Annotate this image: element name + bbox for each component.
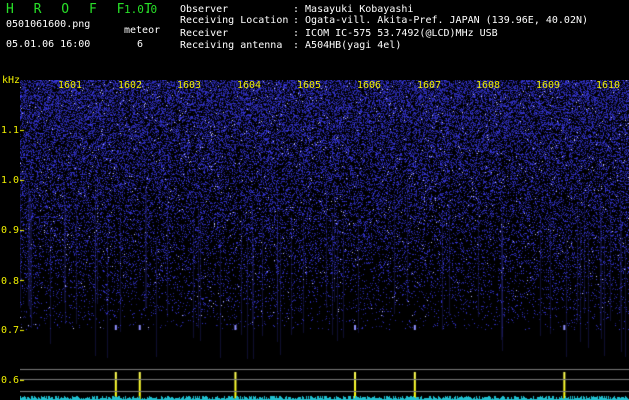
spectrogram-canvas: [20, 80, 629, 400]
info-observer-value: : Masayuki Kobayashi: [293, 4, 414, 15]
info-receiver-value: : ICOM IC-575 53.7492(@LCD)MHz USB: [293, 28, 498, 39]
info-location-value: : Ogata-vill. Akita-Pref. JAPAN (139.96E…: [293, 15, 589, 26]
y-tick-label: 0.6: [1, 375, 20, 386]
y-tick-label: 1.1: [1, 125, 20, 136]
x-tick-label: 1609: [536, 80, 561, 91]
x-tick-label: 1604: [237, 80, 262, 91]
x-tick-label: 1607: [417, 80, 442, 91]
x-tick-label: 1610: [596, 80, 621, 91]
y-axis-unit: kHz: [2, 75, 21, 86]
info-antenna-key: Receiving antenna: [180, 40, 283, 51]
y-tick-label: 0.9: [1, 225, 20, 236]
meteor-count: 6: [137, 39, 144, 50]
y-tick-label: 0.7: [1, 325, 20, 336]
x-tick-label: 1608: [476, 80, 501, 91]
info-receiver-key: Receiver: [180, 28, 229, 39]
x-tick-label: 1602: [118, 80, 143, 91]
file-name: 0501061600.png: [6, 19, 91, 30]
y-tick-label: 1.0: [1, 175, 20, 186]
x-tick-label: 1603: [177, 80, 202, 91]
app-version: 1.0.0: [124, 3, 158, 16]
x-tick-label: 1601: [58, 80, 83, 91]
info-location-key: Receiving Location: [180, 15, 289, 26]
info-antenna-value: : A504HB(yagi 4el): [293, 40, 402, 51]
x-tick-label: 1605: [297, 80, 322, 91]
observation-datetime: 05.01.06 16:00: [6, 39, 91, 50]
y-tick-label: 0.8: [1, 276, 20, 287]
info-observer-key: Observer: [180, 4, 229, 15]
x-tick-label: 1606: [357, 80, 382, 91]
meteor-label: meteor: [124, 25, 161, 36]
